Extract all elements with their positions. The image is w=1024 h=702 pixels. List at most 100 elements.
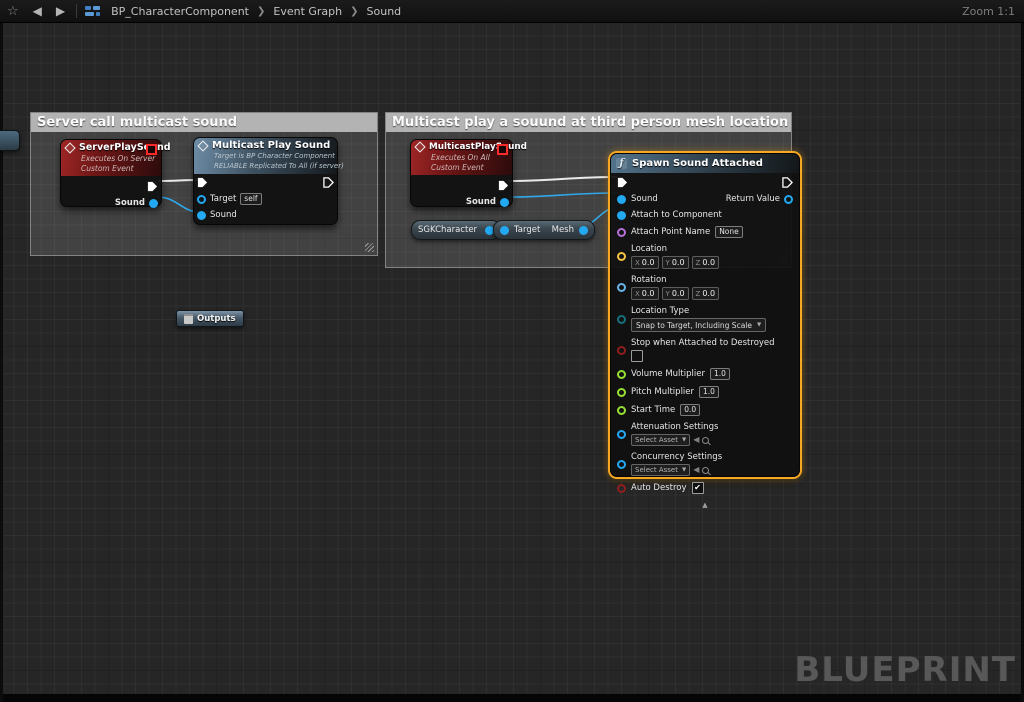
node-title: MulticastPlaySound xyxy=(429,142,527,152)
node-outputs-tunnel[interactable]: Outputs xyxy=(176,310,244,327)
attach-point-name-pin[interactable] xyxy=(617,228,626,237)
favorite-star-icon[interactable]: ☆ xyxy=(0,0,26,22)
replication-badge-icon xyxy=(497,144,508,155)
volume-multiplier-pin[interactable] xyxy=(617,370,626,379)
start-time-pin[interactable] xyxy=(617,406,626,415)
node-server-play-sound[interactable]: ServerPlaySound Executes On Server Custo… xyxy=(60,139,162,207)
rotation-y-field[interactable]: Y0.0 xyxy=(662,287,689,300)
comment-title[interactable]: Multicast play a souund at third person … xyxy=(386,113,791,132)
browse-asset-icon[interactable] xyxy=(702,437,709,444)
target-input-pin[interactable] xyxy=(197,195,206,204)
pitch-multiplier-field[interactable]: 1.0 xyxy=(699,386,719,398)
node-header: Multicast Play Sound Target is BP Charac… xyxy=(194,138,337,174)
auto-destroy-checkbox[interactable]: ✔ xyxy=(692,482,704,494)
return-value-output-pin[interactable] xyxy=(784,195,793,204)
zoom-level-label: Zoom 1:1 xyxy=(962,5,1015,18)
breadcrumb-separator: ❯ xyxy=(350,6,358,17)
start-time-field[interactable]: 0.0 xyxy=(680,404,700,416)
exec-output-pin[interactable] xyxy=(782,177,793,188)
comment-title[interactable]: Server call multicast sound xyxy=(31,113,377,132)
pin-label: Mesh xyxy=(552,225,574,235)
location-pin[interactable] xyxy=(617,252,626,261)
pin-label: Attenuation Settings xyxy=(631,422,718,432)
pitch-multiplier-pin[interactable] xyxy=(617,388,626,397)
pin-label: Return Value xyxy=(726,194,780,204)
replication-badge-icon xyxy=(146,144,157,155)
stop-when-attached-checkbox[interactable] xyxy=(631,350,643,362)
node-subtitle: Executes On All xyxy=(431,153,507,162)
concurrency-asset-dropdown[interactable]: Select Asset xyxy=(631,464,690,476)
browse-asset-icon[interactable] xyxy=(702,467,709,474)
use-selected-asset-icon[interactable]: ◀ xyxy=(693,466,699,474)
pin-label: Concurrency Settings xyxy=(631,452,722,462)
pin-label: Sound xyxy=(115,198,145,208)
auto-destroy-pin[interactable] xyxy=(617,484,626,493)
volume-multiplier-field[interactable]: 1.0 xyxy=(710,368,730,380)
event-diamond-icon xyxy=(414,141,425,152)
target-input-pin[interactable] xyxy=(500,226,509,235)
tunnel-icon xyxy=(184,314,193,324)
node-spawn-sound-attached[interactable]: ƒ Spawn Sound Attached Sound Return Valu… xyxy=(610,153,800,477)
mesh-output-pin[interactable] xyxy=(579,226,588,235)
use-selected-asset-icon[interactable]: ◀ xyxy=(693,436,699,444)
attenuation-settings-pin[interactable] xyxy=(617,430,626,439)
forward-arrow-icon[interactable]: ▶ xyxy=(49,0,72,22)
offscreen-node[interactable] xyxy=(0,130,20,151)
sound-input-pin[interactable] xyxy=(197,211,206,220)
exec-input-pin[interactable] xyxy=(617,177,628,188)
function-f-icon: ƒ xyxy=(616,158,627,169)
location-y-field[interactable]: Y0.0 xyxy=(662,256,689,269)
collapse-advanced-pins-arrow[interactable] xyxy=(611,501,799,509)
pin-label: Sound xyxy=(210,210,237,220)
node-title: Multicast Play Sound xyxy=(212,140,330,151)
blueprint-graph-icon xyxy=(85,6,100,17)
pin-label: Rotation xyxy=(631,275,719,285)
exec-output-pin[interactable] xyxy=(147,181,158,192)
breadcrumb-separator: ❯ xyxy=(257,6,265,17)
concurrency-settings-pin[interactable] xyxy=(617,460,626,469)
rotation-x-field[interactable]: X0.0 xyxy=(631,287,659,300)
breadcrumb-item-event-graph[interactable]: Event Graph xyxy=(273,5,342,18)
breadcrumb-bar: ☆ ◀ ▶ BP_CharacterComponent ❯ Event Grap… xyxy=(0,0,1024,23)
node-subtitle: Target is BP Character Component xyxy=(214,152,332,161)
sound-output-pin[interactable] xyxy=(500,198,509,207)
attenuation-asset-dropdown[interactable]: Select Asset xyxy=(631,434,690,446)
rotation-z-field[interactable]: Z0.0 xyxy=(692,287,720,300)
location-x-field[interactable]: X0.0 xyxy=(631,256,659,269)
attach-to-component-pin[interactable] xyxy=(617,211,626,220)
sound-input-pin[interactable] xyxy=(617,195,626,204)
node-title: Outputs xyxy=(197,314,236,324)
breadcrumb-item-blueprint[interactable]: BP_CharacterComponent xyxy=(111,5,249,18)
location-z-field[interactable]: Z0.0 xyxy=(692,256,720,269)
variable-label: SGKCharacter xyxy=(418,225,477,235)
sound-output-pin[interactable] xyxy=(149,199,158,208)
exec-output-pin[interactable] xyxy=(323,177,334,188)
blueprint-editor: ☆ ◀ ▶ BP_CharacterComponent ❯ Event Grap… xyxy=(0,0,1024,702)
node-target-mesh-getter[interactable]: Target Mesh xyxy=(493,220,595,240)
comment-resize-grip[interactable] xyxy=(365,243,374,252)
pin-label: Attach Point Name xyxy=(631,227,710,237)
graph-canvas[interactable]: BLUEPRINT Server call multicast sound Mu… xyxy=(0,22,1024,702)
node-header: ƒ Spawn Sound Attached xyxy=(611,154,799,173)
node-subtitle: Executes On Server xyxy=(81,154,156,163)
location-type-pin[interactable] xyxy=(617,315,626,324)
exec-output-pin[interactable] xyxy=(498,180,509,191)
exec-input-pin[interactable] xyxy=(197,177,208,188)
rotation-pin[interactable] xyxy=(617,283,626,292)
node-sgk-character-variable[interactable]: SGKCharacter xyxy=(411,220,501,240)
pin-label: Location xyxy=(631,244,719,254)
target-self-field[interactable]: self xyxy=(240,193,261,205)
event-diamond-icon xyxy=(64,142,75,153)
location-type-dropdown[interactable]: Snap to Target, Including Scale xyxy=(631,318,766,332)
breadcrumb-item-sound[interactable]: Sound xyxy=(367,5,402,18)
node-multicast-play-sound-call[interactable]: Multicast Play Sound Target is BP Charac… xyxy=(193,137,338,225)
stop-when-attached-pin[interactable] xyxy=(617,346,626,355)
function-diamond-icon xyxy=(197,140,208,151)
blueprint-watermark: BLUEPRINT xyxy=(794,650,1016,690)
attach-point-name-field[interactable]: None xyxy=(715,226,743,238)
node-subtitle: Custom Event xyxy=(81,164,156,173)
pin-label: Auto Destroy xyxy=(631,483,687,493)
toolbar-divider xyxy=(76,4,77,18)
back-arrow-icon[interactable]: ◀ xyxy=(26,0,49,22)
node-multicast-play-sound-event[interactable]: MulticastPlaySound Executes On All Custo… xyxy=(410,139,513,207)
